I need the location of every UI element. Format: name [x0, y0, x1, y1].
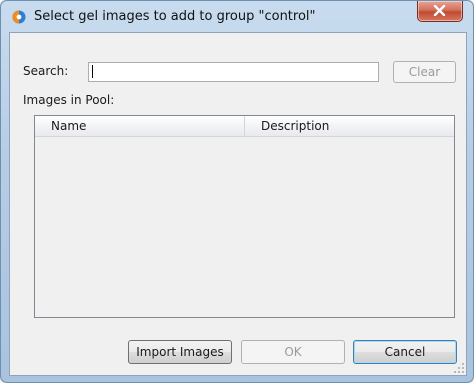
text-caret [92, 65, 93, 78]
clear-button[interactable]: Clear [393, 61, 456, 83]
import-images-button[interactable]: Import Images [128, 340, 232, 364]
search-input[interactable] [88, 62, 379, 82]
cancel-button[interactable]: Cancel [353, 340, 457, 364]
search-label: Search: [23, 64, 69, 78]
table-header: Name Description [35, 116, 454, 137]
ok-button[interactable]: OK [241, 340, 345, 364]
column-header-description[interactable]: Description [245, 116, 454, 136]
column-header-name[interactable]: Name [35, 116, 245, 136]
close-button[interactable] [417, 1, 463, 22]
app-icon [12, 10, 26, 24]
images-table[interactable]: Name Description [34, 115, 455, 318]
window-title: Select gel images to add to group "contr… [34, 9, 316, 24]
title-bar[interactable]: Select gel images to add to group "contr… [1, 1, 473, 32]
images-in-pool-label: Images in Pool: [23, 93, 115, 107]
close-icon [433, 5, 446, 16]
resize-grip-icon[interactable] [454, 363, 464, 373]
